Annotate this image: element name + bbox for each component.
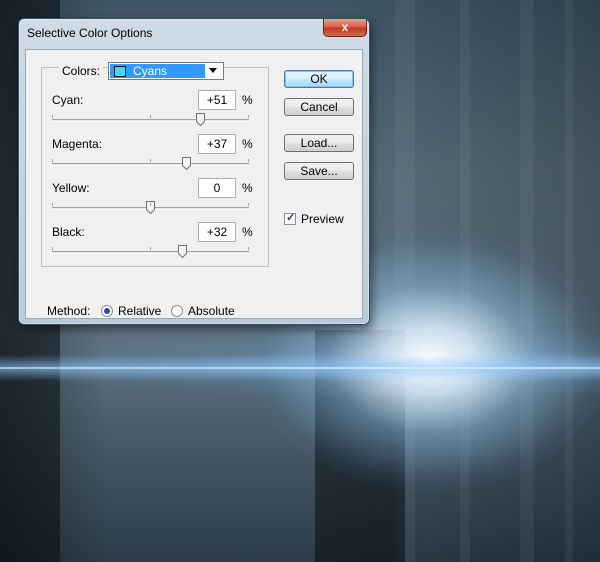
method-label: Method: [47, 304, 91, 318]
relative-radio[interactable] [101, 305, 113, 317]
magenta-percent-label: % [242, 137, 253, 151]
magenta-slider-thumb[interactable] [182, 157, 192, 171]
relative-label: Relative [118, 304, 162, 318]
colors-dropdown-selection: Cyans [110, 64, 205, 78]
cancel-button[interactable]: Cancel [284, 98, 354, 116]
slider-tick [248, 247, 249, 250]
checkmark-icon: ✓ [286, 212, 296, 224]
absolute-label: Absolute [188, 304, 235, 318]
dropdown-arrow-icon [209, 68, 217, 73]
slider-tick [248, 203, 249, 206]
selective-color-dialog: Selective Color Options x Colors: Cyans … [18, 18, 370, 325]
slider-tick [248, 159, 249, 162]
yellow-value-field[interactable]: 0 [198, 178, 236, 198]
yellow-percent-label: % [242, 181, 253, 195]
slider-tick [248, 115, 249, 118]
absolute-radio[interactable] [171, 305, 183, 317]
ok-button[interactable]: OK [284, 70, 354, 88]
dialog-title: Selective Color Options [27, 26, 153, 40]
slider-tick [150, 247, 151, 250]
cyan-value-field[interactable]: +51 [198, 90, 236, 110]
yellow-label: Yellow: [52, 181, 90, 195]
cyan-label: Cyan: [52, 93, 84, 107]
cyan-slider-track[interactable] [52, 119, 249, 122]
save-button[interactable]: Save... [284, 162, 354, 180]
load-button[interactable]: Load... [284, 134, 354, 152]
magenta-label: Magenta: [52, 137, 103, 151]
black-slider-thumb[interactable] [177, 245, 187, 259]
cyan-percent-label: % [242, 93, 253, 107]
slider-tick [52, 159, 53, 162]
cyan-slider-thumb[interactable] [196, 113, 206, 127]
black-percent-label: % [242, 225, 253, 239]
title-bar[interactable]: Selective Color Options x [19, 19, 369, 47]
slider-tick [52, 115, 53, 118]
black-label: Black: [52, 225, 85, 239]
colors-dropdown-value: Cyans [133, 64, 168, 78]
radio-selected-dot [104, 308, 110, 314]
black-value-field[interactable]: +32 [198, 222, 236, 242]
slider-tick [150, 115, 151, 118]
black-slider-track[interactable] [52, 251, 249, 254]
dialog-client-area: Colors: Cyans Cyan: +51 % Magenta: +37 %… [25, 49, 363, 319]
magenta-value-field[interactable]: +37 [198, 134, 236, 154]
slider-tick [150, 159, 151, 162]
close-button[interactable]: x [323, 19, 367, 37]
colors-dropdown[interactable]: Cyans [108, 62, 224, 80]
preview-checkbox[interactable]: ✓ [284, 212, 296, 225]
slider-tick [52, 203, 53, 206]
color-swatch-icon [114, 66, 126, 77]
magenta-slider-track[interactable] [52, 163, 249, 166]
preview-label: Preview [301, 212, 344, 226]
slider-tick [150, 203, 151, 206]
colors-label: Colors: [59, 64, 104, 78]
slider-tick [52, 247, 53, 250]
